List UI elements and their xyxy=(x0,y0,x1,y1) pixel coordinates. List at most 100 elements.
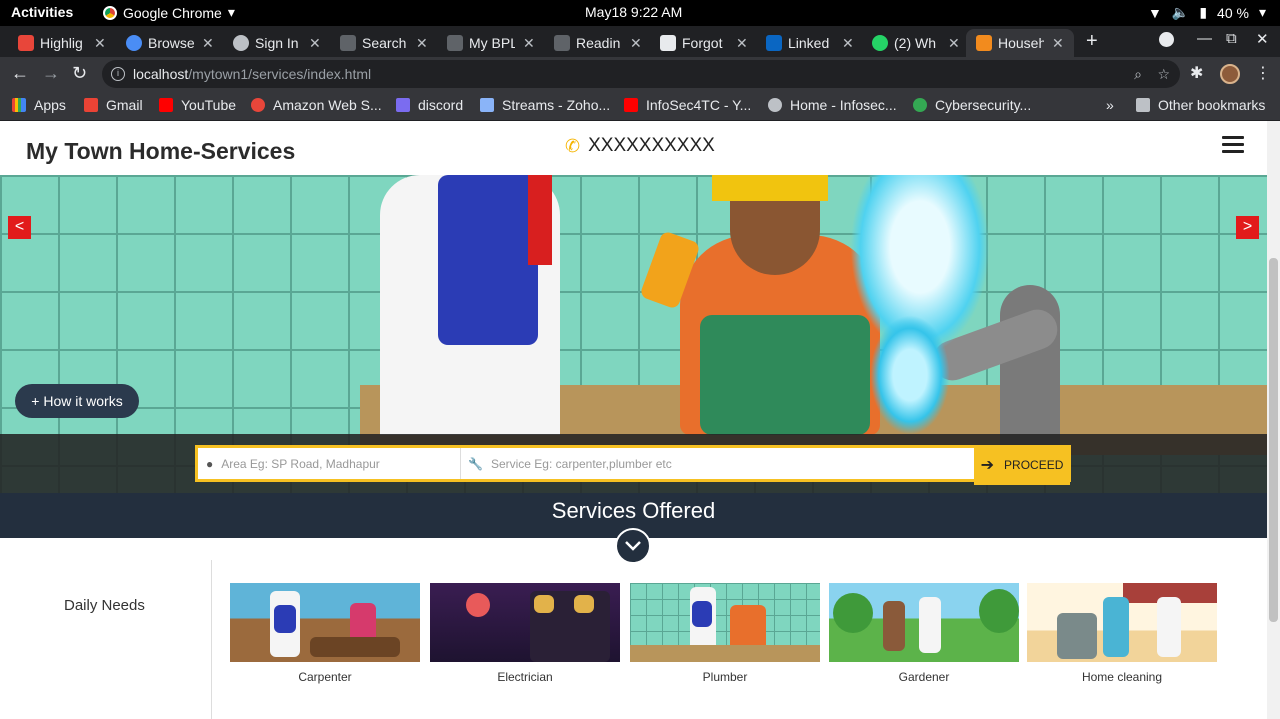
service-search-form: ● 🔧 ➔ PROCEED xyxy=(195,445,1071,485)
extensions-icon[interactable]: ✱ xyxy=(1190,63,1203,83)
close-tab-icon[interactable]: ✕ xyxy=(630,35,642,52)
browser-tab[interactable]: Browse ✕ xyxy=(126,29,214,57)
bookmark-star-icon[interactable]: ☆ xyxy=(1157,60,1170,88)
service-card-carpenter[interactable]: Carpenter xyxy=(230,583,420,684)
tab-title: Readin xyxy=(576,35,621,51)
aws-icon xyxy=(251,98,265,112)
cybersecurity-icon xyxy=(913,98,927,112)
browser-tab[interactable]: Readin ✕ xyxy=(554,29,642,57)
service-card-home-cleaning[interactable]: Home cleaning xyxy=(1027,583,1217,684)
bookmark-label: YouTube xyxy=(181,97,237,113)
bookmark-infosec-home[interactable]: Home - Infosec... xyxy=(768,97,897,113)
site-brand[interactable]: My Town Home-Services xyxy=(26,138,295,165)
system-menu[interactable]: ▼ 🔈 ▮ 40 % ▾ xyxy=(1148,4,1266,21)
youtube-icon xyxy=(159,98,173,112)
bookmark-other[interactable]: Other bookmarks xyxy=(1136,97,1265,113)
profile-avatar[interactable] xyxy=(1220,64,1240,84)
scrollbar-thumb[interactable] xyxy=(1269,258,1278,622)
minimize-icon[interactable]: — xyxy=(1197,30,1212,47)
app-menu[interactable]: Google Chrome ▾ xyxy=(103,4,235,21)
how-it-works-button[interactable]: + How it works xyxy=(15,384,139,418)
back-icon[interactable]: ← xyxy=(11,63,29,84)
contact-phone[interactable]: ✆ XXXXXXXXXX xyxy=(565,135,715,157)
new-tab-button[interactable]: + xyxy=(1086,30,1098,53)
tab-title: Sign In xyxy=(255,35,299,51)
menu-icon[interactable] xyxy=(1222,136,1244,157)
browser-toolbar: ← → ↻ i localhost/mytown1/services/index… xyxy=(0,57,1280,90)
bookmark-label: Cybersecurity... xyxy=(935,97,1032,113)
linkedin-icon xyxy=(766,35,782,51)
services-heading: Services Offered xyxy=(551,498,716,523)
bookmark-apps[interactable]: Apps xyxy=(12,97,66,113)
close-tab-icon[interactable]: ✕ xyxy=(523,35,535,52)
proceed-button[interactable]: ➔ PROCEED xyxy=(974,445,1070,485)
volume-icon: 🔈 xyxy=(1171,4,1190,20)
carousel-next-button[interactable]: > xyxy=(1236,216,1259,239)
browser-tab-active[interactable]: Househ ✕ xyxy=(966,29,1074,57)
service-field: 🔧 xyxy=(468,448,968,479)
bookmark-cybersecurity[interactable]: Cybersecurity... xyxy=(913,97,1031,113)
site-info-icon[interactable]: i xyxy=(111,67,125,81)
browser-tab[interactable]: Sign In ✕ xyxy=(233,29,321,57)
service-label: Plumber xyxy=(702,670,748,684)
clock[interactable]: May18 9:22 AM xyxy=(585,4,682,20)
browser-tab[interactable]: Search ✕ xyxy=(340,29,428,57)
streams-icon xyxy=(480,98,494,112)
area-input[interactable] xyxy=(221,456,442,471)
category-label[interactable]: Daily Needs xyxy=(64,597,145,614)
close-tab-icon[interactable]: ✕ xyxy=(948,35,960,52)
browser-tab[interactable]: (2) Wh ✕ xyxy=(872,29,960,57)
bookmark-discord[interactable]: discord xyxy=(396,97,463,113)
close-tab-icon[interactable]: ✕ xyxy=(842,35,854,52)
tab-search-icon[interactable] xyxy=(1159,32,1174,47)
reload-icon[interactable]: ↻ xyxy=(72,63,87,84)
hero-illustration xyxy=(712,175,828,201)
service-label: Home cleaning xyxy=(1081,670,1163,684)
service-card-plumber[interactable]: Plumber xyxy=(630,583,820,684)
browser-tab[interactable]: My BPL ✕ xyxy=(447,29,535,57)
battery-level: 40 % xyxy=(1217,4,1249,21)
close-tab-icon[interactable]: ✕ xyxy=(1052,35,1064,52)
close-tab-icon[interactable]: ✕ xyxy=(736,35,748,52)
bookmark-aws[interactable]: Amazon Web S... xyxy=(251,97,382,113)
forward-icon[interactable]: → xyxy=(42,63,60,84)
more-menu-icon[interactable]: ⋮ xyxy=(1255,63,1271,83)
close-tab-icon[interactable]: ✕ xyxy=(309,35,321,52)
browser-tab[interactable]: Linked ✕ xyxy=(766,29,854,57)
bookmark-label: Streams - Zoho... xyxy=(502,97,611,113)
service-input[interactable] xyxy=(490,456,961,471)
tab-title: Linked xyxy=(788,35,830,51)
close-tab-icon[interactable]: ✕ xyxy=(94,35,106,52)
close-window-icon[interactable]: ✕ xyxy=(1256,30,1269,48)
service-card-gardener[interactable]: Gardener xyxy=(829,583,1019,684)
hero-illustration xyxy=(438,175,538,345)
url-host: localhost xyxy=(133,66,189,82)
activities-button[interactable]: Activities xyxy=(11,4,73,20)
globe-icon xyxy=(768,98,782,112)
hero-carousel: < > + How it works ● 🔧 ➔ PROCEED xyxy=(0,175,1267,493)
carousel-prev-button[interactable]: < xyxy=(8,216,31,239)
close-tab-icon[interactable]: ✕ xyxy=(416,35,428,52)
maximize-icon[interactable]: ⧉ xyxy=(1226,30,1237,47)
browser-tab[interactable]: Forgot ✕ xyxy=(660,29,748,57)
whatsapp-icon xyxy=(872,35,888,51)
more-bookmarks-icon[interactable]: » xyxy=(1106,97,1114,113)
proceed-label: PROCEED xyxy=(1004,458,1064,472)
electrician-image xyxy=(430,583,620,662)
home-cleaning-image xyxy=(1027,583,1217,662)
wifi-icon: ▼ xyxy=(1148,4,1162,21)
tab-favicon-icon xyxy=(976,35,992,51)
close-tab-icon[interactable]: ✕ xyxy=(202,35,214,52)
bookmark-gmail[interactable]: Gmail xyxy=(84,97,143,113)
carpenter-image xyxy=(230,583,420,662)
bookmark-infosec4tc[interactable]: InfoSec4TC - Y... xyxy=(624,97,751,113)
bookmark-zoho[interactable]: Streams - Zoho... xyxy=(480,97,610,113)
browser-tab[interactable]: Highlig ✕ xyxy=(18,29,106,57)
scroll-down-button[interactable] xyxy=(615,528,651,564)
bookmarks-bar: Apps Gmail YouTube Amazon Web S... disco… xyxy=(0,90,1280,121)
service-card-electrician[interactable]: Electrician xyxy=(430,583,620,684)
address-bar[interactable]: i localhost/mytown1/services/index.html … xyxy=(102,60,1180,88)
bookmark-youtube[interactable]: YouTube xyxy=(159,97,236,113)
bookmark-label: Home - Infosec... xyxy=(790,97,897,113)
zoom-icon[interactable]: ⌕ xyxy=(1134,60,1142,88)
